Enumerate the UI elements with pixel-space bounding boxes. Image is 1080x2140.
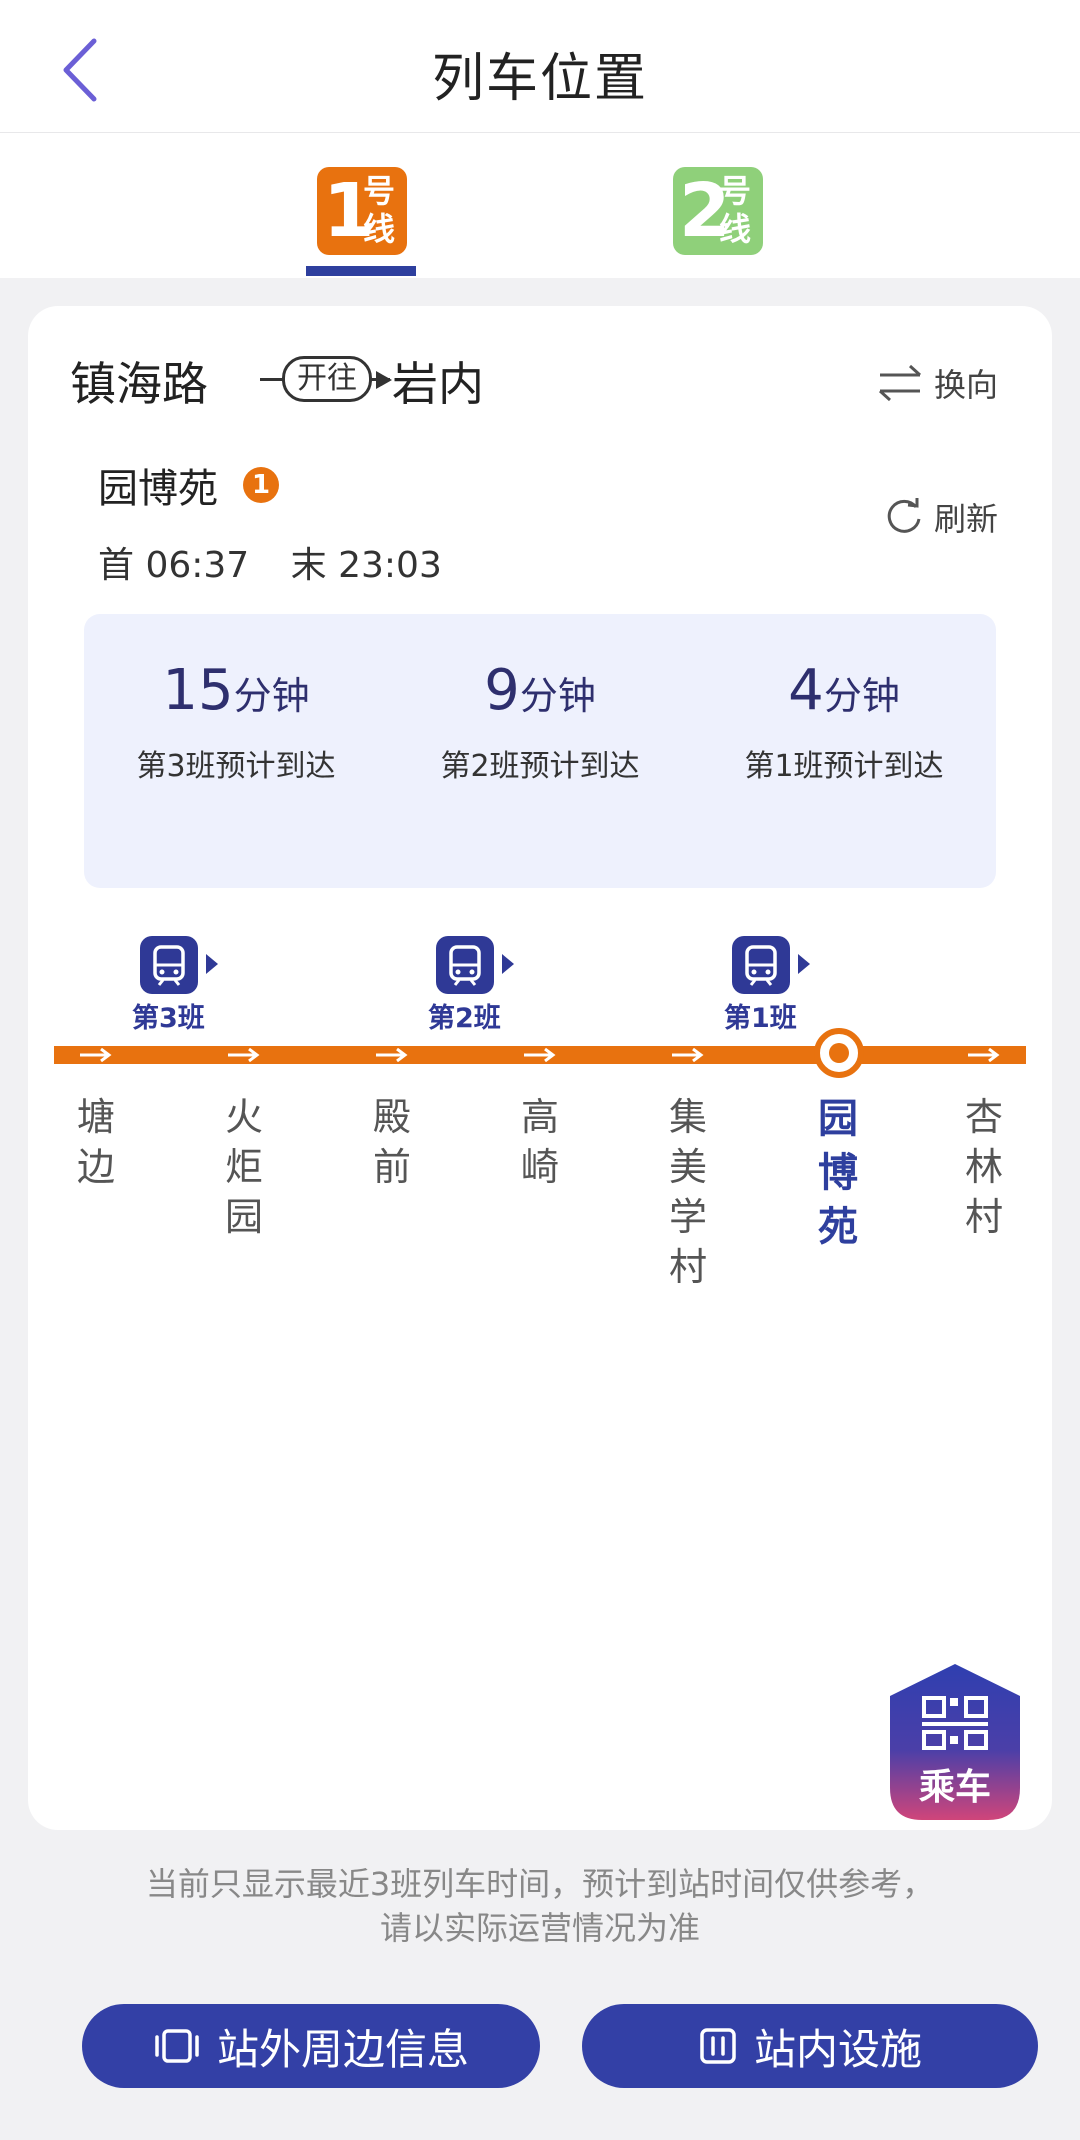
active-tab-indicator (306, 266, 416, 276)
station-item[interactable]: 高崎 (510, 1092, 570, 1192)
caret-right-icon (798, 954, 810, 974)
station-item-current[interactable]: 园博苑 (808, 1092, 868, 1254)
station-item[interactable]: 殿前 (362, 1092, 422, 1192)
arrow-right-icon (672, 1048, 704, 1062)
toward-label: 开往 (282, 356, 372, 402)
arrow-right-icon (80, 1048, 112, 1062)
arrivals-panel: 15分钟 第3班预计到达 9分钟 第2班预计到达 4分钟 第1班预计到达 (84, 614, 996, 888)
station-item[interactable]: 塘边 (66, 1092, 126, 1192)
caret-right-icon (502, 954, 514, 974)
train-marker[interactable]: 第2班 (428, 936, 538, 1046)
ride-label: 乘车 (918, 1767, 991, 1808)
train-label: 第2班 (428, 1003, 501, 1034)
tab-line-xian: 线 (719, 210, 752, 248)
arrival-item: 4分钟 第1班预计到达 (692, 658, 996, 785)
refresh-label: 刷新 (933, 500, 998, 538)
first-train-time: 首 06:37 (98, 545, 250, 586)
train-icon (732, 936, 790, 994)
notice-text: 当前只显示最近3班列车时间，预计到站时间仅供参考， 请以实际运营情况为准 (60, 1862, 1020, 1950)
station-item[interactable]: 杏林村 (954, 1092, 1014, 1242)
service-times: 首 06:37 末 23:03 (98, 536, 598, 588)
arrival-item: 15分钟 第3班预计到达 (84, 658, 388, 785)
app-header: 列车位置 (0, 0, 1080, 133)
train-label: 第3班 (132, 1003, 205, 1034)
arrival-unit: 分钟 (823, 674, 900, 718)
station-facilities-label: 站内设施 (753, 2024, 922, 2074)
arrow-right-icon (376, 371, 392, 389)
arrow-right-icon (968, 1048, 1000, 1062)
tab-line-xian: 线 (363, 210, 396, 248)
train-icon (140, 936, 198, 994)
arrival-unit: 分钟 (233, 674, 310, 718)
line-badge: 1 (243, 467, 280, 503)
carousel-icon (155, 2029, 199, 2063)
ride-qr-button[interactable]: 乘车 (884, 1660, 1026, 1824)
tab-line-2[interactable]: 2 号 线 (673, 167, 763, 255)
current-station-info: 园博苑 1 首 06:37 末 23:03 (98, 456, 598, 588)
station-item[interactable]: 集美学村 (658, 1092, 718, 1292)
arrow-right-icon (376, 1048, 408, 1062)
current-station-marker (814, 1028, 864, 1078)
arrival-desc: 第1班预计到达 (744, 749, 944, 784)
train-marker[interactable]: 第3班 (132, 936, 242, 1046)
outside-info-button[interactable]: 站外周边信息 (82, 2004, 540, 2088)
arrival-item: 9分钟 第2班预计到达 (388, 658, 692, 785)
facility-icon (700, 2028, 736, 2064)
from-station: 镇海路 (70, 357, 208, 411)
tab-line-1[interactable]: 1 号 线 (317, 167, 407, 255)
station-item[interactable]: 火炬园 (214, 1092, 274, 1242)
current-station-name: 园博苑 (98, 466, 218, 512)
arrow-right-icon (228, 1048, 260, 1062)
arrival-desc: 第2班预计到达 (440, 749, 640, 784)
switch-direction-button[interactable]: 换向 (876, 358, 998, 408)
tab-line-hao: 号 (719, 172, 752, 210)
page-title: 列车位置 (431, 49, 648, 109)
switch-direction-label: 换向 (933, 366, 998, 404)
station-facilities-button[interactable]: 站内设施 (582, 2004, 1038, 2088)
to-station: 岩内 (392, 357, 484, 411)
caret-right-icon (206, 954, 218, 974)
last-train-time: 末 23:03 (290, 545, 442, 586)
direction-row: 镇海路 开往 岩内 (70, 348, 1010, 418)
toward-indicator: 开往 (260, 356, 392, 404)
line-tabs: 1 号 线 2 号 线 (0, 133, 1080, 278)
arrow-right-icon (524, 1048, 556, 1062)
arrival-desc: 第3班预计到达 (136, 749, 336, 784)
refresh-icon (887, 498, 921, 533)
notice-line: 当前只显示最近3班列车时间，预计到站时间仅供参考， (145, 1865, 935, 1903)
tab-line-hao: 号 (363, 172, 396, 210)
arrival-unit: 分钟 (519, 674, 596, 718)
train-icon (436, 936, 494, 994)
refresh-button[interactable]: 刷新 (884, 492, 998, 542)
arrival-minutes: 4 (788, 658, 824, 723)
notice-line: 请以实际运营情况为准 (379, 1909, 700, 1947)
train-label: 第1班 (724, 1003, 797, 1034)
arrival-minutes: 9 (484, 658, 520, 723)
swap-icon (878, 364, 921, 402)
outside-info-label: 站外周边信息 (216, 2024, 469, 2074)
arrival-minutes: 15 (162, 658, 234, 723)
train-marker[interactable]: 第1班 (724, 936, 834, 1046)
train-position-card: 镇海路 开往 岩内 换向 园博苑 1 首 06:37 末 23:03 刷新 15… (28, 306, 1052, 1830)
